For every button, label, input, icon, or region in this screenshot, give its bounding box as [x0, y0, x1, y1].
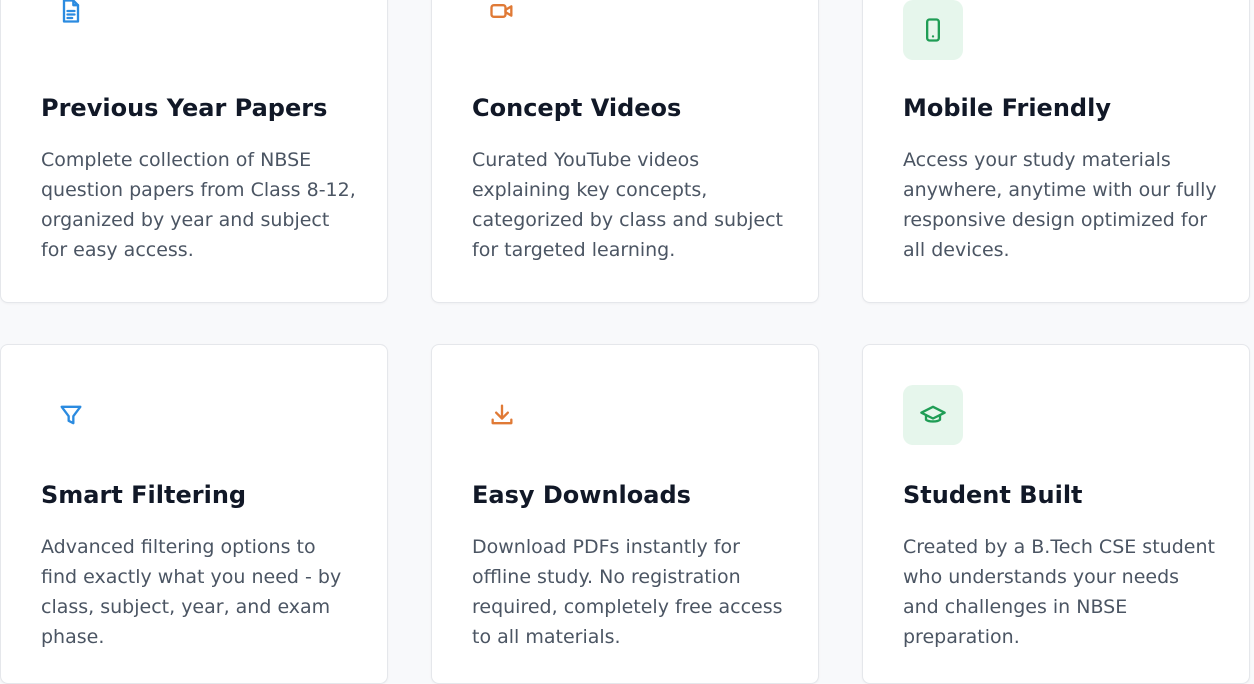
feature-card-easy-downloads: Easy Downloads Download PDFs instantly f… — [431, 344, 819, 684]
feature-description: Advanced filtering options to find exact… — [41, 536, 342, 648]
feature-title: Concept Videos — [472, 94, 682, 122]
graduation-cap-icon — [903, 385, 963, 445]
download-icon — [472, 385, 532, 445]
mobile-phone-icon — [903, 0, 963, 60]
feature-card-student-built: Student Built Created by a B.Tech CSE st… — [862, 344, 1250, 684]
feature-title: Previous Year Papers — [41, 94, 328, 122]
feature-title: Easy Downloads — [472, 481, 691, 509]
feature-description: Download PDFs instantly for offline stud… — [472, 536, 783, 648]
filter-icon — [41, 385, 101, 445]
feature-title: Student Built — [903, 481, 1083, 509]
document-icon — [41, 0, 101, 41]
feature-card-mobile-friendly: Mobile Friendly Access your study materi… — [862, 0, 1250, 303]
feature-description: Created by a B.Tech CSE student who unde… — [903, 536, 1215, 648]
feature-description: Complete collection of NBSE question pap… — [41, 149, 356, 261]
feature-title: Smart Filtering — [41, 481, 247, 509]
video-camera-icon — [472, 0, 532, 41]
feature-card-smart-filtering: Smart Filtering Advanced filtering optio… — [0, 344, 388, 684]
feature-card-concept-videos: Concept Videos Curated YouTube videos ex… — [431, 0, 819, 303]
feature-card-previous-year-papers: Previous Year Papers Complete collection… — [0, 0, 388, 303]
feature-description: Access your study materials anywhere, an… — [903, 149, 1217, 261]
feature-description: Curated YouTube videos explaining key co… — [472, 149, 783, 261]
feature-title: Mobile Friendly — [903, 94, 1111, 122]
